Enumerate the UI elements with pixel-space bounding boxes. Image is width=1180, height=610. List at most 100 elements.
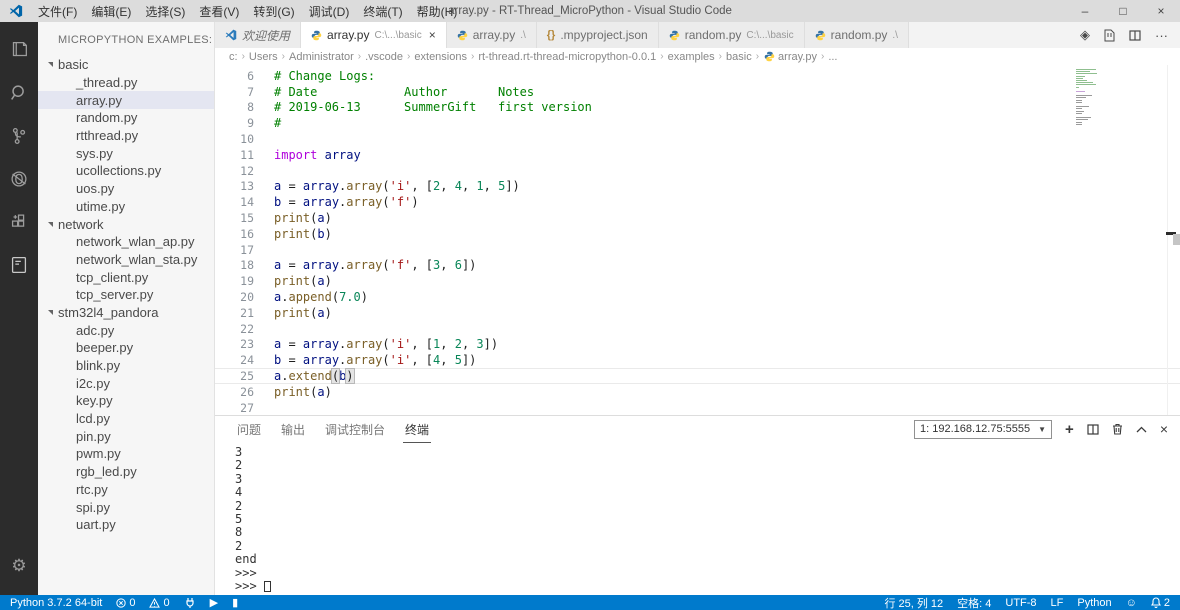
code-line-14[interactable]: 14 b = array.array('f') bbox=[215, 194, 1180, 210]
breadcrumb-item[interactable]: examples bbox=[668, 51, 715, 63]
panel-tab-问题[interactable]: 问题 bbox=[235, 416, 263, 443]
code-line-18[interactable]: 18 a = array.array('f', [3, 6]) bbox=[215, 258, 1180, 274]
tree-file-pin.py[interactable]: pin.py bbox=[38, 427, 214, 445]
code-line-15[interactable]: 15 print(a) bbox=[215, 210, 1180, 226]
tree-file-uart.py[interactable]: uart.py bbox=[38, 516, 214, 534]
code-line-11[interactable]: 11 import array bbox=[215, 147, 1180, 163]
menu-item[interactable]: 查看(V) bbox=[192, 3, 246, 20]
breadcrumb-item[interactable]: rt-thread.rt-thread-micropython-0.0.1 bbox=[478, 51, 656, 63]
extensions-icon[interactable] bbox=[0, 200, 38, 243]
problems-errors[interactable]: 0 bbox=[116, 597, 135, 609]
tree-file-lcd.py[interactable]: lcd.py bbox=[38, 410, 214, 428]
menu-item[interactable]: 终端(T) bbox=[356, 3, 409, 20]
settings-gear-icon[interactable]: ⚙ bbox=[0, 544, 38, 587]
tree-file-ucollections.py[interactable]: ucollections.py bbox=[38, 162, 214, 180]
open-changes-icon[interactable] bbox=[1104, 29, 1115, 42]
code-line-26[interactable]: 26 print(a) bbox=[215, 384, 1180, 400]
split-editor-icon[interactable] bbox=[1129, 29, 1141, 41]
micropython-examples-icon[interactable] bbox=[0, 243, 38, 286]
code-line-16[interactable]: 16 print(b) bbox=[215, 226, 1180, 242]
tree-folder-network[interactable]: network bbox=[38, 215, 214, 233]
tree-file-random.py[interactable]: random.py bbox=[38, 109, 214, 127]
code-line-13[interactable]: 13 a = array.array('i', [2, 4, 1, 5]) bbox=[215, 179, 1180, 195]
rt-thread-action-icon[interactable]: ◈ bbox=[1080, 27, 1090, 43]
menu-item[interactable]: 调试(D) bbox=[302, 3, 357, 20]
editor-tab-.mpyproject.json[interactable]: {} .mpyproject.json bbox=[536, 22, 659, 48]
tree-file-uos.py[interactable]: uos.py bbox=[38, 180, 214, 198]
maximize-button[interactable]: □ bbox=[1104, 0, 1142, 22]
editor-tab-random.py[interactable]: random.py C:\...\basic bbox=[658, 22, 805, 48]
editor-tab-array.py[interactable]: array.py C:\...\basic × bbox=[301, 22, 447, 48]
menu-item[interactable]: 选择(S) bbox=[138, 3, 192, 20]
code-line-6[interactable]: 6 # Change Logs: bbox=[215, 68, 1180, 84]
problems-warnings[interactable]: 0 bbox=[149, 597, 170, 609]
menu-item[interactable]: 帮助(H) bbox=[410, 3, 465, 20]
code-line-8[interactable]: 8 # 2019-06-13 SummerGift first version bbox=[215, 100, 1180, 116]
tree-file-tcp_server.py[interactable]: tcp_server.py bbox=[38, 286, 214, 304]
tree-file-i2c.py[interactable]: i2c.py bbox=[38, 374, 214, 392]
search-icon[interactable] bbox=[0, 71, 38, 114]
breadcrumb-item[interactable]: Users bbox=[249, 51, 278, 63]
breadcrumb-item[interactable]: extensions bbox=[414, 51, 467, 63]
tree-file-array.py[interactable]: array.py bbox=[38, 91, 214, 110]
breadcrumb-item[interactable]: ... bbox=[828, 51, 837, 63]
tree-file-rtthread.py[interactable]: rtthread.py bbox=[38, 127, 214, 145]
code-line-12[interactable]: 12 bbox=[215, 163, 1180, 179]
code-line-10[interactable]: 10 bbox=[215, 131, 1180, 147]
tree-file-network_wlan_ap.py[interactable]: network_wlan_ap.py bbox=[38, 233, 214, 251]
code-line-25[interactable]: 25 a.extend(b) bbox=[215, 368, 1180, 385]
split-terminal-icon[interactable] bbox=[1087, 423, 1099, 435]
tree-folder-stm32l4_pandora[interactable]: stm32l4_pandora bbox=[38, 304, 214, 322]
tree-file-key.py[interactable]: key.py bbox=[38, 392, 214, 410]
code-line-17[interactable]: 17 bbox=[215, 242, 1180, 258]
indentation[interactable]: 空格: 4 bbox=[957, 595, 991, 610]
terminal-output[interactable]: 3 2 3 4 2 5 8 2 end >>> >>> bbox=[215, 442, 1180, 595]
minimize-button[interactable]: – bbox=[1066, 0, 1104, 22]
breadcrumb-item[interactable]: c: bbox=[229, 51, 238, 63]
kill-terminal-trash-icon[interactable] bbox=[1112, 423, 1123, 435]
breadcrumb-item[interactable]: array.py bbox=[778, 51, 817, 63]
code-editor[interactable]: 6 # Change Logs: 7 # Date Author Notes 8 # 20… bbox=[215, 65, 1180, 415]
code-line-23[interactable]: 23 a = array.array('i', [1, 2, 3]) bbox=[215, 337, 1180, 353]
menu-item[interactable]: 编辑(E) bbox=[84, 3, 138, 20]
maximize-panel-icon[interactable] bbox=[1136, 426, 1147, 433]
more-actions-icon[interactable]: ··· bbox=[1155, 28, 1168, 43]
new-terminal-icon[interactable]: + bbox=[1065, 421, 1074, 438]
editor-tab-random.py[interactable]: random.py .\ bbox=[804, 22, 909, 48]
language-mode[interactable]: Python bbox=[1077, 597, 1111, 609]
code-line-27[interactable]: 27 bbox=[215, 400, 1180, 415]
menu-item[interactable]: 文件(F) bbox=[31, 3, 84, 20]
panel-tab-终端[interactable]: 终端 bbox=[403, 416, 432, 443]
tab-close-icon[interactable]: × bbox=[429, 28, 436, 42]
feedback-smiley-icon[interactable]: ☺ bbox=[1126, 597, 1137, 609]
code-line-24[interactable]: 24 b = array.array('i', [4, 5]) bbox=[215, 352, 1180, 368]
tree-file-_thread.py[interactable]: _thread.py bbox=[38, 74, 214, 92]
run-file-icon[interactable]: ▶ bbox=[210, 596, 218, 609]
tree-file-pwm.py[interactable]: pwm.py bbox=[38, 445, 214, 463]
terminal-select[interactable]: 1: 192.168.12.75:5555 ▼ bbox=[914, 419, 1053, 439]
source-control-icon[interactable] bbox=[0, 114, 38, 157]
tree-file-blink.py[interactable]: blink.py bbox=[38, 357, 214, 375]
panel-tab-调试控制台[interactable]: 调试控制台 bbox=[323, 416, 387, 443]
minimap[interactable] bbox=[1076, 69, 1100, 128]
close-button[interactable]: × bbox=[1142, 0, 1180, 22]
panel-tab-输出[interactable]: 输出 bbox=[279, 416, 307, 443]
breadcrumb-item[interactable]: Administrator bbox=[289, 51, 354, 63]
menu-item[interactable]: 转到(G) bbox=[246, 3, 301, 20]
device-connect-icon[interactable] bbox=[184, 597, 196, 608]
notifications-bell[interactable]: 2 bbox=[1150, 597, 1170, 609]
eol-sequence[interactable]: LF bbox=[1051, 597, 1064, 609]
breadcrumb-item[interactable]: .vscode bbox=[365, 51, 403, 63]
tree-file-tcp_client.py[interactable]: tcp_client.py bbox=[38, 268, 214, 286]
breadcrumb-item[interactable]: basic bbox=[726, 51, 752, 63]
tree-file-spi.py[interactable]: spi.py bbox=[38, 498, 214, 516]
code-line-9[interactable]: 9 # bbox=[215, 115, 1180, 131]
tree-file-beeper.py[interactable]: beeper.py bbox=[38, 339, 214, 357]
encoding[interactable]: UTF-8 bbox=[1005, 597, 1036, 609]
close-panel-icon[interactable]: × bbox=[1160, 421, 1168, 437]
explorer-icon[interactable] bbox=[0, 28, 38, 71]
cursor-position[interactable]: 行 25, 列 12 bbox=[884, 595, 943, 610]
tree-file-sys.py[interactable]: sys.py bbox=[38, 144, 214, 162]
editor-tab-欢迎使用[interactable]: 欢迎使用 bbox=[215, 22, 302, 48]
stop-icon[interactable]: ▮ bbox=[232, 596, 238, 609]
